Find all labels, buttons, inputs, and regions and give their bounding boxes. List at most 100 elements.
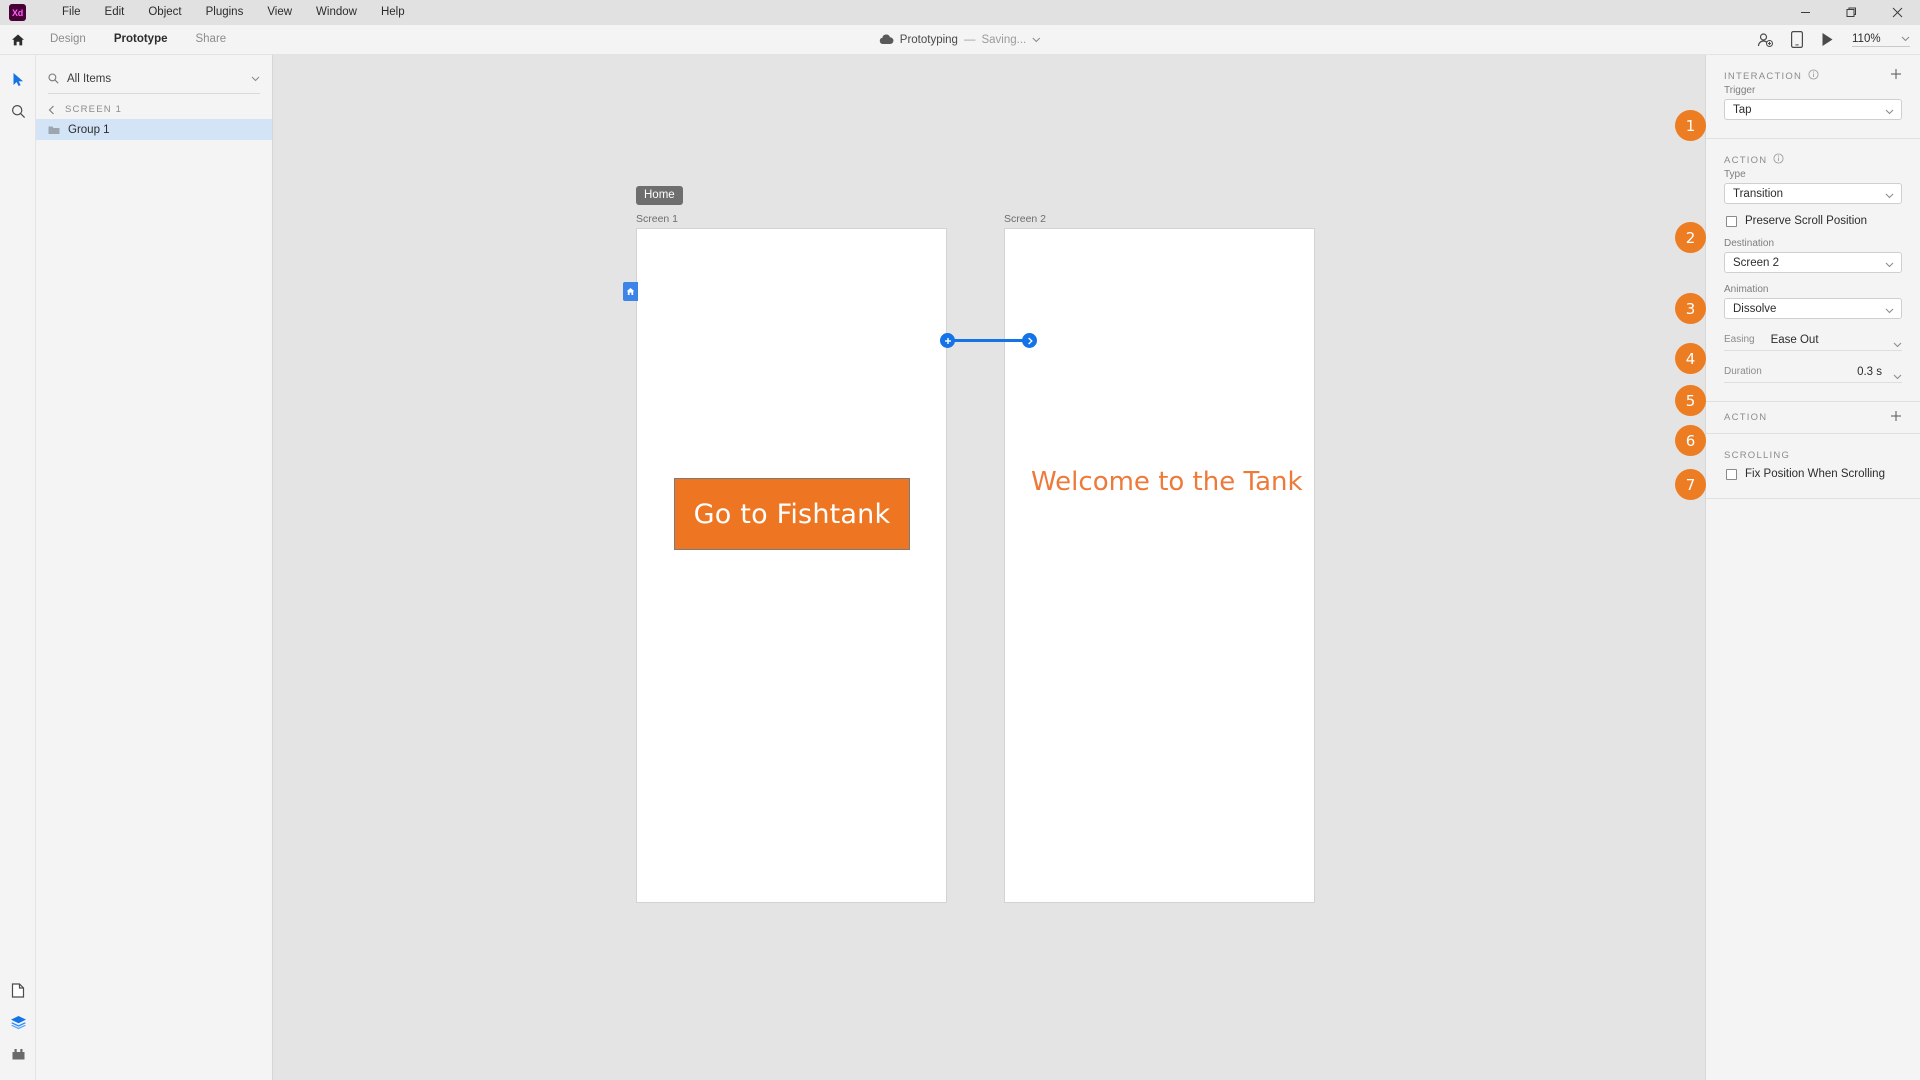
assets-panel-button[interactable] — [0, 974, 36, 1006]
close-button[interactable] — [1874, 0, 1920, 25]
artboard-screen-1[interactable]: Go to Fishtank — [636, 228, 947, 903]
artboard-label-screen-1[interactable]: Screen 1 — [636, 213, 678, 225]
home-screen-badge: Home — [636, 186, 683, 205]
chevron-left-icon[interactable] — [48, 105, 55, 115]
chevron-down-icon — [1032, 37, 1041, 42]
invite-user-icon[interactable] — [1757, 32, 1773, 48]
action-type-select[interactable]: Transition — [1724, 183, 1902, 204]
menu-edit[interactable]: Edit — [93, 0, 137, 25]
duration-field[interactable]: Duration 0.3 s — [1724, 361, 1902, 383]
document-save-status: Saving... — [981, 33, 1027, 46]
document-name: Prototyping — [899, 33, 958, 46]
annotation-badge-6: 6 — [1675, 425, 1706, 456]
action-type-label: Type — [1724, 169, 1746, 180]
folder-icon — [48, 126, 60, 134]
animation-value: Dissolve — [1733, 302, 1777, 315]
layer-item-label: Group 1 — [68, 123, 110, 136]
plus-icon — [1891, 69, 1901, 79]
animation-label: Animation — [1724, 284, 1769, 295]
interaction-section: INTERACTION Trigger Tap — [1706, 55, 1920, 139]
plugins-panel-button[interactable] — [0, 1038, 36, 1070]
info-icon[interactable] — [1808, 67, 1819, 85]
layers-panel: All Items SCREEN 1 Group 1 — [36, 55, 273, 1080]
adobe-xd-window: Xd File Edit Object Plugins View Window … — [0, 0, 1920, 1080]
prototype-connection-wire[interactable] — [947, 339, 1029, 342]
destination-select[interactable]: Screen 2 — [1724, 252, 1902, 273]
zoom-control[interactable]: 110% — [1852, 33, 1910, 47]
plugins-panel-icon — [12, 1049, 24, 1060]
minimize-button[interactable] — [1782, 0, 1828, 25]
mobile-device-icon[interactable] — [1791, 31, 1803, 48]
menu-view[interactable]: View — [255, 0, 304, 25]
go-to-fishtank-button[interactable]: Go to Fishtank — [674, 478, 910, 550]
interaction-header: INTERACTION — [1724, 55, 1902, 85]
menu-window[interactable]: Window — [304, 0, 369, 25]
action-title: ACTION — [1724, 154, 1768, 166]
menu-plugins[interactable]: Plugins — [194, 0, 256, 25]
artboard-label-screen-2[interactable]: Screen 2 — [1004, 213, 1046, 225]
prototype-inspector-panel: INTERACTION Trigger Tap ACTION Type Tran… — [1705, 55, 1920, 1080]
duration-value: 0.3 s — [1857, 365, 1882, 378]
artboard-screen-2[interactable]: Welcome to the Tank — [1004, 228, 1315, 903]
scrolling-title: SCROLLING — [1724, 449, 1791, 461]
chevron-down-icon — [1893, 367, 1902, 385]
menu-help[interactable]: Help — [369, 0, 417, 25]
annotation-badge-2: 2 — [1675, 222, 1706, 253]
zoom-tool-button[interactable] — [0, 95, 36, 127]
chevron-down-icon — [1893, 335, 1902, 353]
preserve-scroll-row[interactable]: Preserve Scroll Position — [1726, 215, 1902, 227]
info-icon[interactable] — [1773, 151, 1784, 169]
select-tool-button[interactable] — [0, 63, 36, 95]
fix-position-row[interactable]: Fix Position When Scrolling — [1726, 468, 1902, 480]
welcome-text[interactable]: Welcome to the Tank — [1031, 467, 1303, 497]
scrolling-section: SCROLLING Fix Position When Scrolling — [1706, 434, 1920, 499]
scrolling-header: SCROLLING — [1724, 434, 1902, 464]
zoom-level-value: 110% — [1852, 32, 1881, 45]
left-rail-bottom-group — [0, 974, 36, 1070]
cloud-icon — [879, 34, 894, 44]
menu-file[interactable]: File — [50, 0, 93, 25]
chevron-down-icon[interactable] — [251, 76, 260, 82]
menu-object[interactable]: Object — [136, 0, 193, 25]
annotation-badge-1: 1 — [1675, 110, 1706, 141]
add-interaction-button[interactable] — [1890, 68, 1902, 84]
annotation-badge-5: 5 — [1675, 385, 1706, 416]
connection-source-handle[interactable] — [940, 333, 955, 348]
tab-share[interactable]: Share — [181, 25, 240, 54]
chevron-down-icon — [1885, 106, 1894, 118]
annotation-badge-3: 3 — [1675, 293, 1706, 324]
xd-app-logo-icon: Xd — [9, 4, 26, 21]
plus-icon — [1891, 410, 1901, 421]
assets-panel-icon — [11, 982, 25, 998]
zoom-tool-icon — [11, 104, 25, 118]
annotation-badge-4: 4 — [1675, 343, 1706, 374]
trigger-label: Trigger — [1724, 85, 1756, 96]
chevron-down-icon — [1885, 305, 1894, 317]
add-action-button[interactable] — [1890, 410, 1902, 426]
maximize-button[interactable] — [1828, 0, 1874, 25]
add-action-row[interactable]: ACTION — [1706, 402, 1920, 434]
layers-search[interactable]: All Items — [48, 64, 260, 94]
preserve-scroll-checkbox[interactable] — [1726, 215, 1737, 227]
document-separator: — — [963, 33, 976, 46]
trigger-select[interactable]: Tap — [1724, 99, 1902, 120]
layers-breadcrumb-label: SCREEN 1 — [65, 104, 123, 115]
design-canvas[interactable]: Home Screen 1 Go to Fishtank Screen 2 We… — [273, 55, 1705, 1080]
tab-design[interactable]: Design — [36, 25, 100, 54]
home-icon — [626, 287, 635, 295]
home-button[interactable] — [0, 25, 36, 54]
layers-panel-button[interactable] — [0, 1006, 36, 1038]
tab-prototype[interactable]: Prototype — [100, 25, 182, 54]
easing-field[interactable]: Easing Ease Out — [1724, 329, 1902, 351]
connection-target-handle[interactable] — [1022, 333, 1037, 348]
play-icon[interactable] — [1821, 32, 1834, 47]
animation-select[interactable]: Dissolve — [1724, 298, 1902, 319]
chevron-down-icon — [1885, 190, 1894, 202]
layers-breadcrumb[interactable]: SCREEN 1 — [36, 100, 272, 119]
home-screen-tab[interactable] — [623, 282, 638, 301]
layer-item-group-1[interactable]: Group 1 — [36, 119, 272, 140]
action-type-value: Transition — [1733, 187, 1784, 200]
fix-position-checkbox[interactable] — [1726, 468, 1737, 480]
document-status[interactable]: Prototyping — Saving... — [879, 34, 1041, 46]
home-icon — [12, 34, 24, 45]
